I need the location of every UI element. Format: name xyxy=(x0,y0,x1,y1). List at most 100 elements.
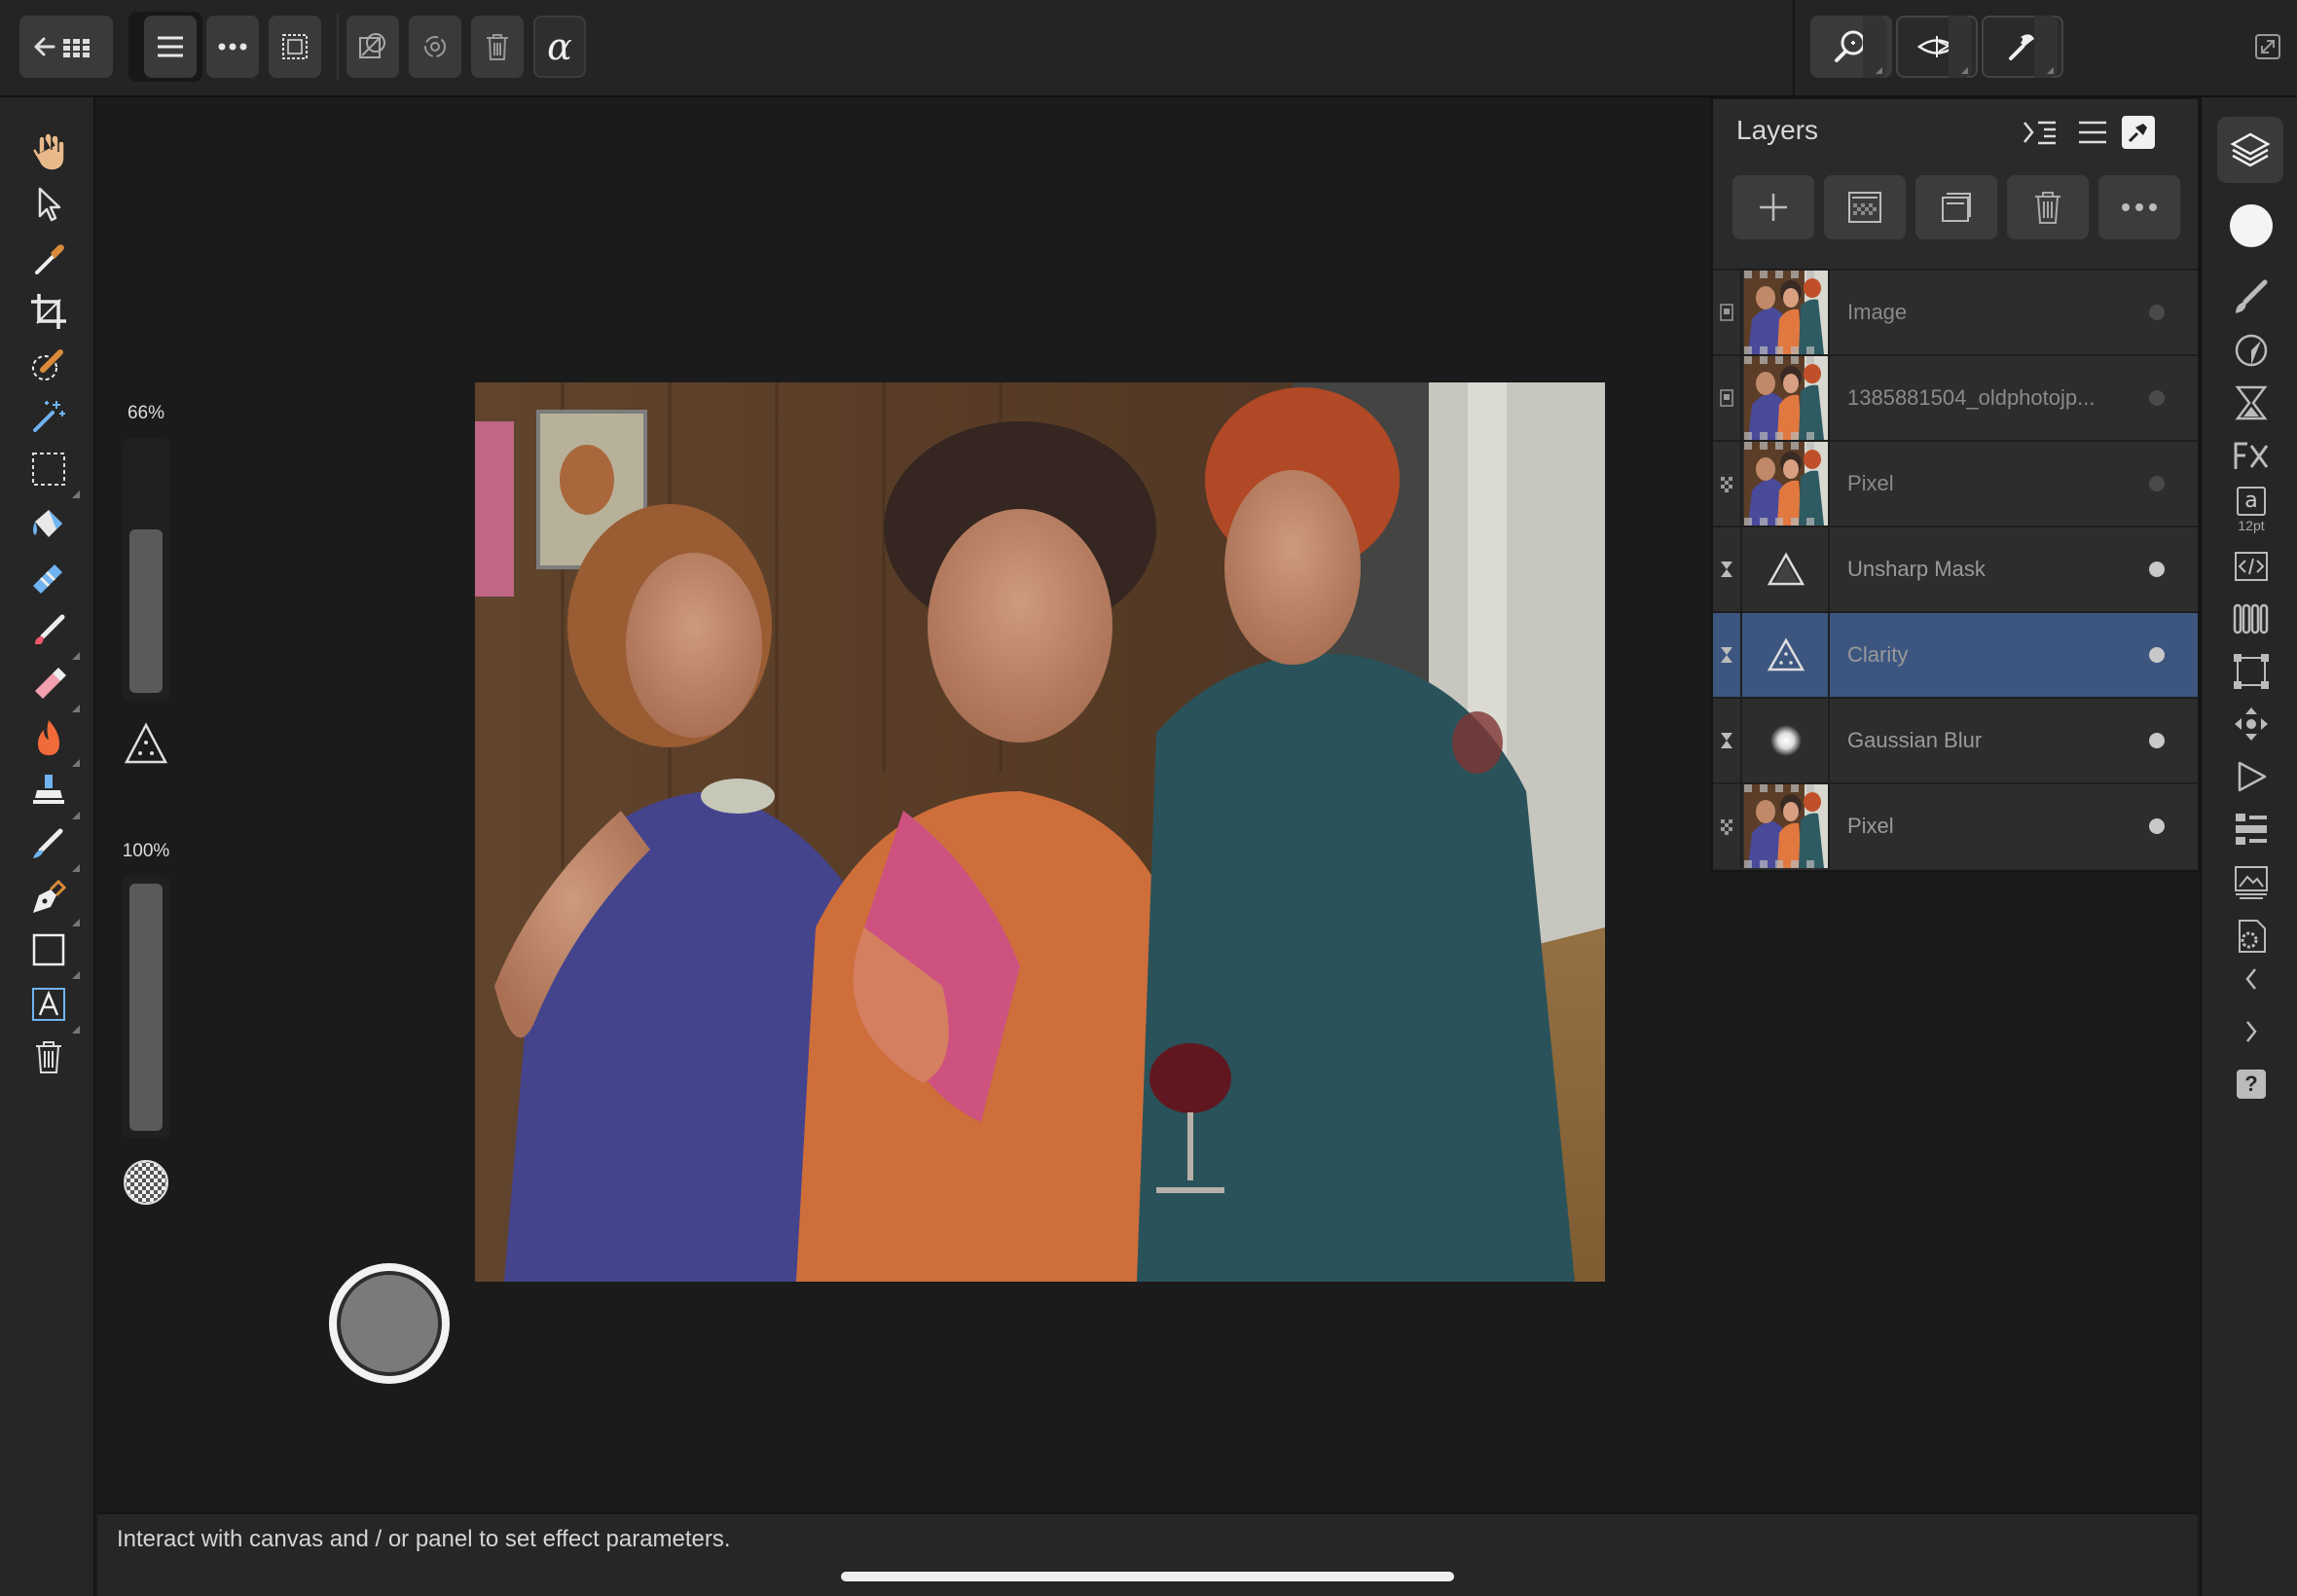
live-filters-studio-button[interactable] xyxy=(2226,378,2277,428)
chevron-right-icon xyxy=(2246,1021,2257,1042)
stamp-icon xyxy=(33,775,64,804)
opacity-slider-fill xyxy=(129,529,163,693)
layer-row[interactable]: Image xyxy=(1713,269,2198,354)
group-layer-button[interactable] xyxy=(1915,175,1997,239)
back-to-gallery-button[interactable] xyxy=(19,16,113,78)
layer-visibility-toggle[interactable] xyxy=(2149,647,2165,663)
fullscreen-icon xyxy=(2255,34,2280,59)
view-options-tab[interactable] xyxy=(1949,16,1972,78)
assistant-options-tab[interactable] xyxy=(2034,16,2058,78)
layer-visibility-toggle[interactable] xyxy=(2149,733,2165,748)
tools-panel xyxy=(0,97,95,1596)
pixel-layer-icon xyxy=(1713,442,1742,526)
trash-icon xyxy=(487,34,508,60)
hamburger-icon xyxy=(158,36,183,57)
paint-brush-tool[interactable] xyxy=(23,605,80,660)
delete-tool[interactable] xyxy=(23,1032,74,1082)
smudge-brush-icon xyxy=(33,828,63,858)
history-studio-button[interactable] xyxy=(2226,804,2277,854)
menu-button[interactable] xyxy=(144,16,197,78)
pen-tool[interactable] xyxy=(23,872,80,926)
adjustment-dial-icon xyxy=(2235,334,2268,367)
layer-visibility-toggle[interactable] xyxy=(2149,562,2165,577)
effects-studio-button[interactable] xyxy=(2226,430,2277,481)
transform-studio-button[interactable] xyxy=(2226,646,2277,697)
layer-row[interactable]: Pixel xyxy=(1713,782,2198,868)
zoom-options-tab[interactable] xyxy=(1863,16,1886,78)
macros-studio-button[interactable] xyxy=(2226,751,2277,802)
layers-panel-title: Layers xyxy=(1736,115,1819,145)
fullscreen-button[interactable] xyxy=(2248,16,2287,78)
quick-mask-button[interactable] xyxy=(346,16,399,78)
swatches-studio-button[interactable] xyxy=(2226,594,2277,644)
add-layer-button[interactable] xyxy=(1732,175,1814,239)
pin-panel-button[interactable] xyxy=(2122,116,2155,149)
hamburger-icon xyxy=(2079,121,2106,144)
character-studio-button[interactable]: a 12pt xyxy=(2226,485,2277,535)
document-canvas-photo[interactable] xyxy=(475,382,1605,1282)
blend-mode-indicator[interactable] xyxy=(122,1158,170,1207)
flow-value-label: 100% xyxy=(122,841,170,861)
color-studio-button[interactable] xyxy=(2226,200,2277,251)
selection-brush-tool[interactable] xyxy=(23,339,74,389)
delete-selection-button[interactable] xyxy=(471,16,524,78)
gradient-tool[interactable] xyxy=(23,551,74,601)
clone-tool[interactable] xyxy=(23,765,80,819)
layer-row[interactable]: Unsharp Mask xyxy=(1713,526,2198,611)
swatches-icon xyxy=(2233,603,2269,635)
selection-mode-button[interactable] xyxy=(269,16,321,78)
refine-selection-button[interactable] xyxy=(409,16,461,78)
pin-icon xyxy=(2128,124,2147,143)
layer-visibility-toggle[interactable] xyxy=(2149,818,2165,834)
layer-name: Pixel xyxy=(1847,471,1894,495)
layer-row[interactable]: 1385881504_oldphotojp... xyxy=(1713,354,2198,440)
text-styles-studio-button[interactable] xyxy=(2226,541,2277,592)
layer-row[interactable]: Clarity xyxy=(1713,611,2198,697)
layer-options-button[interactable] xyxy=(2098,175,2180,239)
home-indicator[interactable] xyxy=(841,1572,1454,1581)
delete-layer-button[interactable] xyxy=(2007,175,2089,239)
paint-brush-icon xyxy=(35,614,65,644)
flood-fill-tool[interactable] xyxy=(23,498,74,549)
layer-visibility-toggle[interactable] xyxy=(2149,390,2165,406)
view-tool[interactable] xyxy=(23,127,74,177)
photo-thumbnail-icon xyxy=(1744,271,1830,354)
collapse-right-button[interactable] xyxy=(2226,1006,2277,1057)
panel-menu-button[interactable] xyxy=(2073,113,2112,152)
collapse-left-button[interactable] xyxy=(2226,954,2277,1004)
channels-studio-button[interactable] xyxy=(2226,856,2277,907)
marquee-tool[interactable] xyxy=(23,444,80,498)
navigator-studio-button[interactable] xyxy=(2226,699,2277,749)
apply-effect-button[interactable] xyxy=(337,1271,442,1376)
layers-studio-button[interactable] xyxy=(2217,117,2283,183)
adjustments-studio-button[interactable] xyxy=(2226,325,2277,376)
crop-icon xyxy=(31,294,66,329)
hand-icon xyxy=(32,132,65,171)
opacity-value-label: 66% xyxy=(127,403,165,423)
rectangle-tool[interactable] xyxy=(23,925,80,979)
layers-panel: Layers Image 1385881504_oldphotojp... Pixe… xyxy=(1711,97,2200,872)
image-layer-icon xyxy=(1713,271,1742,354)
layer-row[interactable]: Pixel xyxy=(1713,440,2198,526)
flood-select-tool[interactable] xyxy=(23,391,74,442)
layer-visibility-toggle[interactable] xyxy=(2149,476,2165,491)
brushes-studio-button[interactable] xyxy=(2226,272,2277,323)
erase-brush-tool[interactable] xyxy=(23,658,80,712)
crop-tool[interactable] xyxy=(23,286,74,337)
mask-layer-button[interactable] xyxy=(1824,175,1906,239)
layer-visibility-toggle[interactable] xyxy=(2149,305,2165,320)
smudge-tool[interactable] xyxy=(23,817,80,872)
photo-thumbnail-icon xyxy=(1744,356,1830,440)
move-tool[interactable] xyxy=(23,179,74,230)
more-button[interactable] xyxy=(206,16,259,78)
artistic-text-tool[interactable] xyxy=(23,979,80,1034)
alpha-channel-button[interactable]: α xyxy=(533,16,586,78)
collapse-panel-button[interactable] xyxy=(2021,113,2060,152)
help-button[interactable]: ? xyxy=(2226,1059,2277,1109)
layer-row[interactable]: Gaussian Blur xyxy=(1713,697,2198,782)
code-doc-icon xyxy=(2235,552,2268,581)
color-picker-tool[interactable] xyxy=(23,234,74,284)
dodge-tool[interactable] xyxy=(23,712,80,767)
live-filter-hourglass-icon xyxy=(1713,613,1742,697)
character-size-label: 12pt xyxy=(2238,518,2265,533)
